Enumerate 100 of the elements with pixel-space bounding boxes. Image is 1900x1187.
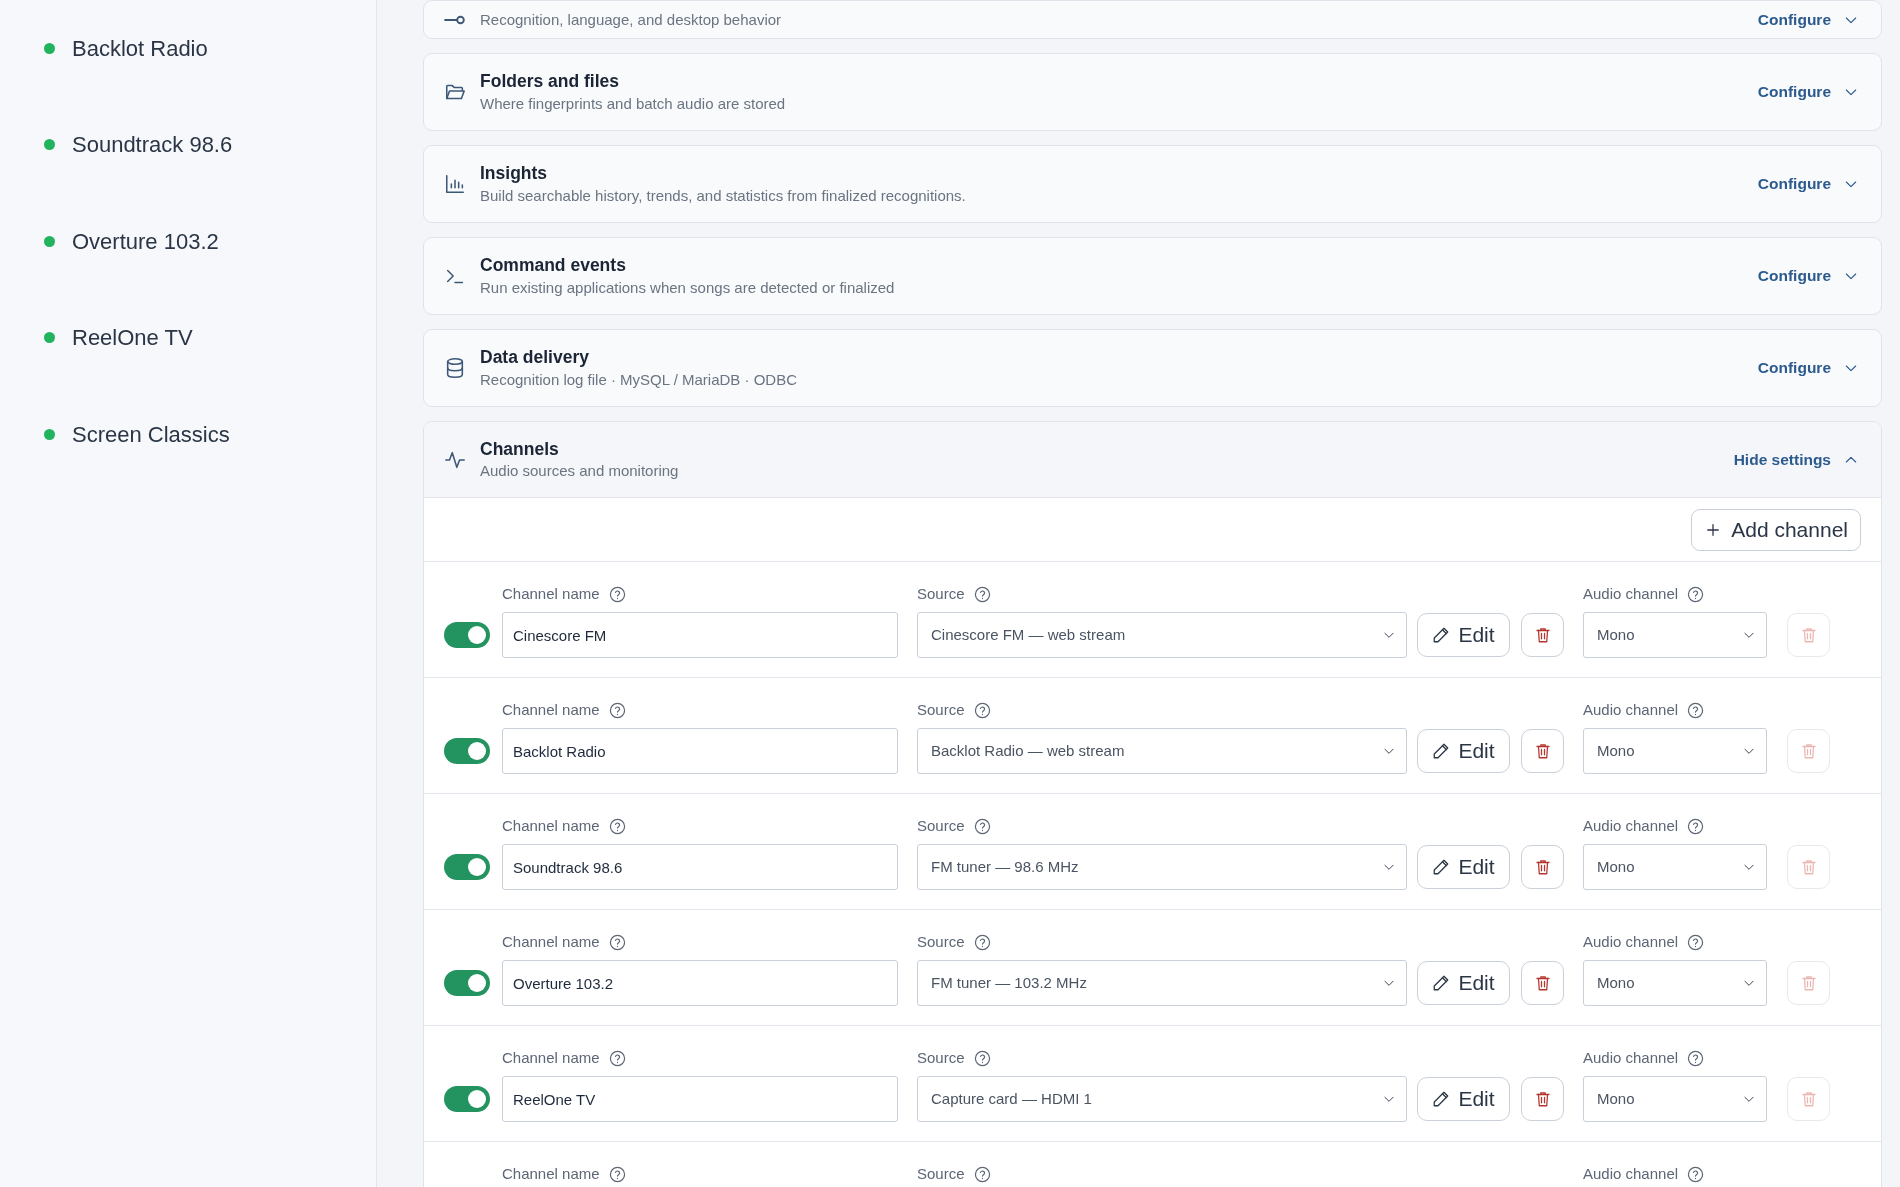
field-label: Source	[917, 699, 965, 720]
sidebar-item[interactable]: Overture 103.2	[72, 224, 219, 258]
configure-button[interactable]: Configure	[1757, 172, 1859, 196]
source-dropdown[interactable]: FM tuner — 98.6 MHz	[917, 844, 1407, 890]
trash-icon	[1799, 858, 1818, 876]
field-label: Channel name	[502, 815, 600, 836]
edit-button[interactable]: Edit	[1417, 1077, 1510, 1121]
edit-button[interactable]: Edit	[1417, 845, 1510, 889]
delete-button[interactable]	[1521, 613, 1564, 657]
toggle-switch[interactable]	[444, 622, 490, 648]
trash-icon	[1799, 974, 1818, 992]
toggle-switch[interactable]	[444, 854, 490, 880]
trash-icon	[1533, 974, 1552, 992]
configure-button[interactable]: Configure	[1757, 7, 1859, 32]
source-dropdown[interactable]: Cinescore FM — web stream	[917, 612, 1407, 658]
source-dropdown[interactable]: Capture card — HDMI 1	[917, 1076, 1407, 1122]
section-title: Channels	[480, 437, 560, 461]
section-description: Where fingerprints and batch audio are stored	[480, 93, 786, 114]
hide-settings-button[interactable]: Hide settings	[1733, 447, 1859, 472]
help-icon	[608, 1165, 626, 1183]
audio-channel-dropdown[interactable]: Mono	[1583, 844, 1767, 890]
section-description: Build searchable history, trends, and statistics from finalized recognitions.	[480, 185, 966, 206]
channel-name-field[interactable]: ReelOne TV	[502, 1076, 898, 1122]
audio-channel-dropdown[interactable]: Mono	[1583, 960, 1767, 1006]
bar-chart-icon	[444, 173, 466, 195]
source-dropdown[interactable]: FM tuner — 103.2 MHz	[917, 960, 1407, 1006]
section-title: Command events	[480, 254, 627, 277]
section-title: Insights	[480, 162, 549, 185]
delete-button[interactable]	[1521, 961, 1564, 1005]
section-description: Recognition, language, and desktop behavior	[480, 10, 782, 30]
field-label: Source	[917, 1163, 965, 1184]
help-icon	[973, 701, 991, 719]
help-icon	[1687, 1165, 1705, 1183]
pencil-icon	[1432, 1090, 1451, 1108]
section-title: Folders and files	[480, 70, 621, 93]
help-icon	[1687, 817, 1705, 835]
source-dropdown[interactable]: Backlot Radio — web stream	[917, 728, 1407, 774]
sidebar-item[interactable]: Backlot Radio	[72, 31, 208, 65]
field-label: Audio channel	[1583, 1047, 1679, 1068]
section-description: Recognition log file · MySQL / MariaDB · ODBC	[480, 369, 798, 390]
add-channel-button[interactable]: Add channel	[1691, 508, 1861, 551]
help-icon	[608, 1049, 626, 1067]
channel-name-field[interactable]: Cinescore FM	[502, 612, 898, 658]
help-icon	[608, 817, 626, 835]
delete-button[interactable]	[1521, 845, 1564, 889]
field-label: Source	[917, 931, 965, 952]
help-icon	[1687, 1049, 1705, 1067]
audio-channel-dropdown[interactable]: Mono	[1583, 728, 1767, 774]
trash-icon	[1799, 1090, 1818, 1108]
trash-icon	[1533, 858, 1552, 876]
help-icon	[973, 817, 991, 835]
edit-button[interactable]: Edit	[1417, 613, 1510, 657]
help-icon	[973, 585, 991, 603]
help-icon	[973, 933, 991, 951]
trash-icon	[1799, 626, 1818, 644]
configure-button[interactable]: Configure	[1757, 264, 1859, 288]
trash-icon	[1533, 626, 1552, 644]
field-label: Channel name	[502, 931, 600, 952]
trash-icon	[1799, 742, 1818, 760]
field-label: Audio channel	[1583, 815, 1679, 836]
field-label: Audio channel	[1583, 699, 1679, 720]
toggle-switch[interactable]	[444, 738, 490, 764]
configure-button[interactable]: Configure	[1757, 80, 1859, 104]
pencil-icon	[1432, 742, 1451, 760]
help-icon	[973, 1049, 991, 1067]
field-label: Source	[917, 815, 965, 836]
field-label: Channel name	[502, 1047, 600, 1068]
delete-button[interactable]	[1521, 1077, 1564, 1121]
edit-button[interactable]: Edit	[1417, 961, 1510, 1005]
help-icon	[973, 1165, 991, 1183]
configure-button[interactable]: Configure	[1757, 356, 1859, 380]
sidebar-item[interactable]: Screen Classics	[72, 417, 230, 451]
field-label: Channel name	[502, 699, 600, 720]
channel-name-field[interactable]: Overture 103.2	[502, 960, 898, 1006]
toggle-switch[interactable]	[444, 970, 490, 996]
trash-icon	[1533, 1090, 1552, 1108]
field-label: Channel name	[502, 583, 600, 604]
section-title: Data delivery	[480, 346, 590, 369]
toggle-switch[interactable]	[444, 1086, 490, 1112]
help-icon	[608, 701, 626, 719]
trash-icon	[1533, 742, 1552, 760]
audio-channel-dropdown[interactable]: Mono	[1583, 612, 1767, 658]
field-label: Audio channel	[1583, 583, 1679, 604]
audio-channel-dropdown[interactable]: Mono	[1583, 1076, 1767, 1122]
help-icon	[1687, 701, 1705, 719]
field-label: Source	[917, 1047, 965, 1068]
sidebar-item[interactable]: Soundtrack 98.6	[72, 128, 233, 162]
field-label: Channel name	[502, 1163, 600, 1184]
section-description: Audio sources and monitoring	[480, 461, 679, 482]
pencil-icon	[1432, 626, 1451, 644]
section-description: Run existing applications when songs are detected or finalized	[480, 277, 895, 298]
help-icon	[1687, 585, 1705, 603]
help-icon	[1687, 933, 1705, 951]
pencil-icon	[1432, 858, 1451, 876]
edit-button[interactable]: Edit	[1417, 729, 1510, 773]
pencil-icon	[1432, 974, 1451, 992]
delete-button[interactable]	[1521, 729, 1564, 773]
sidebar-item[interactable]: ReelOne TV	[72, 321, 193, 355]
channel-name-field[interactable]: Soundtrack 98.6	[502, 844, 898, 890]
channel-name-field[interactable]: Backlot Radio	[502, 728, 898, 774]
